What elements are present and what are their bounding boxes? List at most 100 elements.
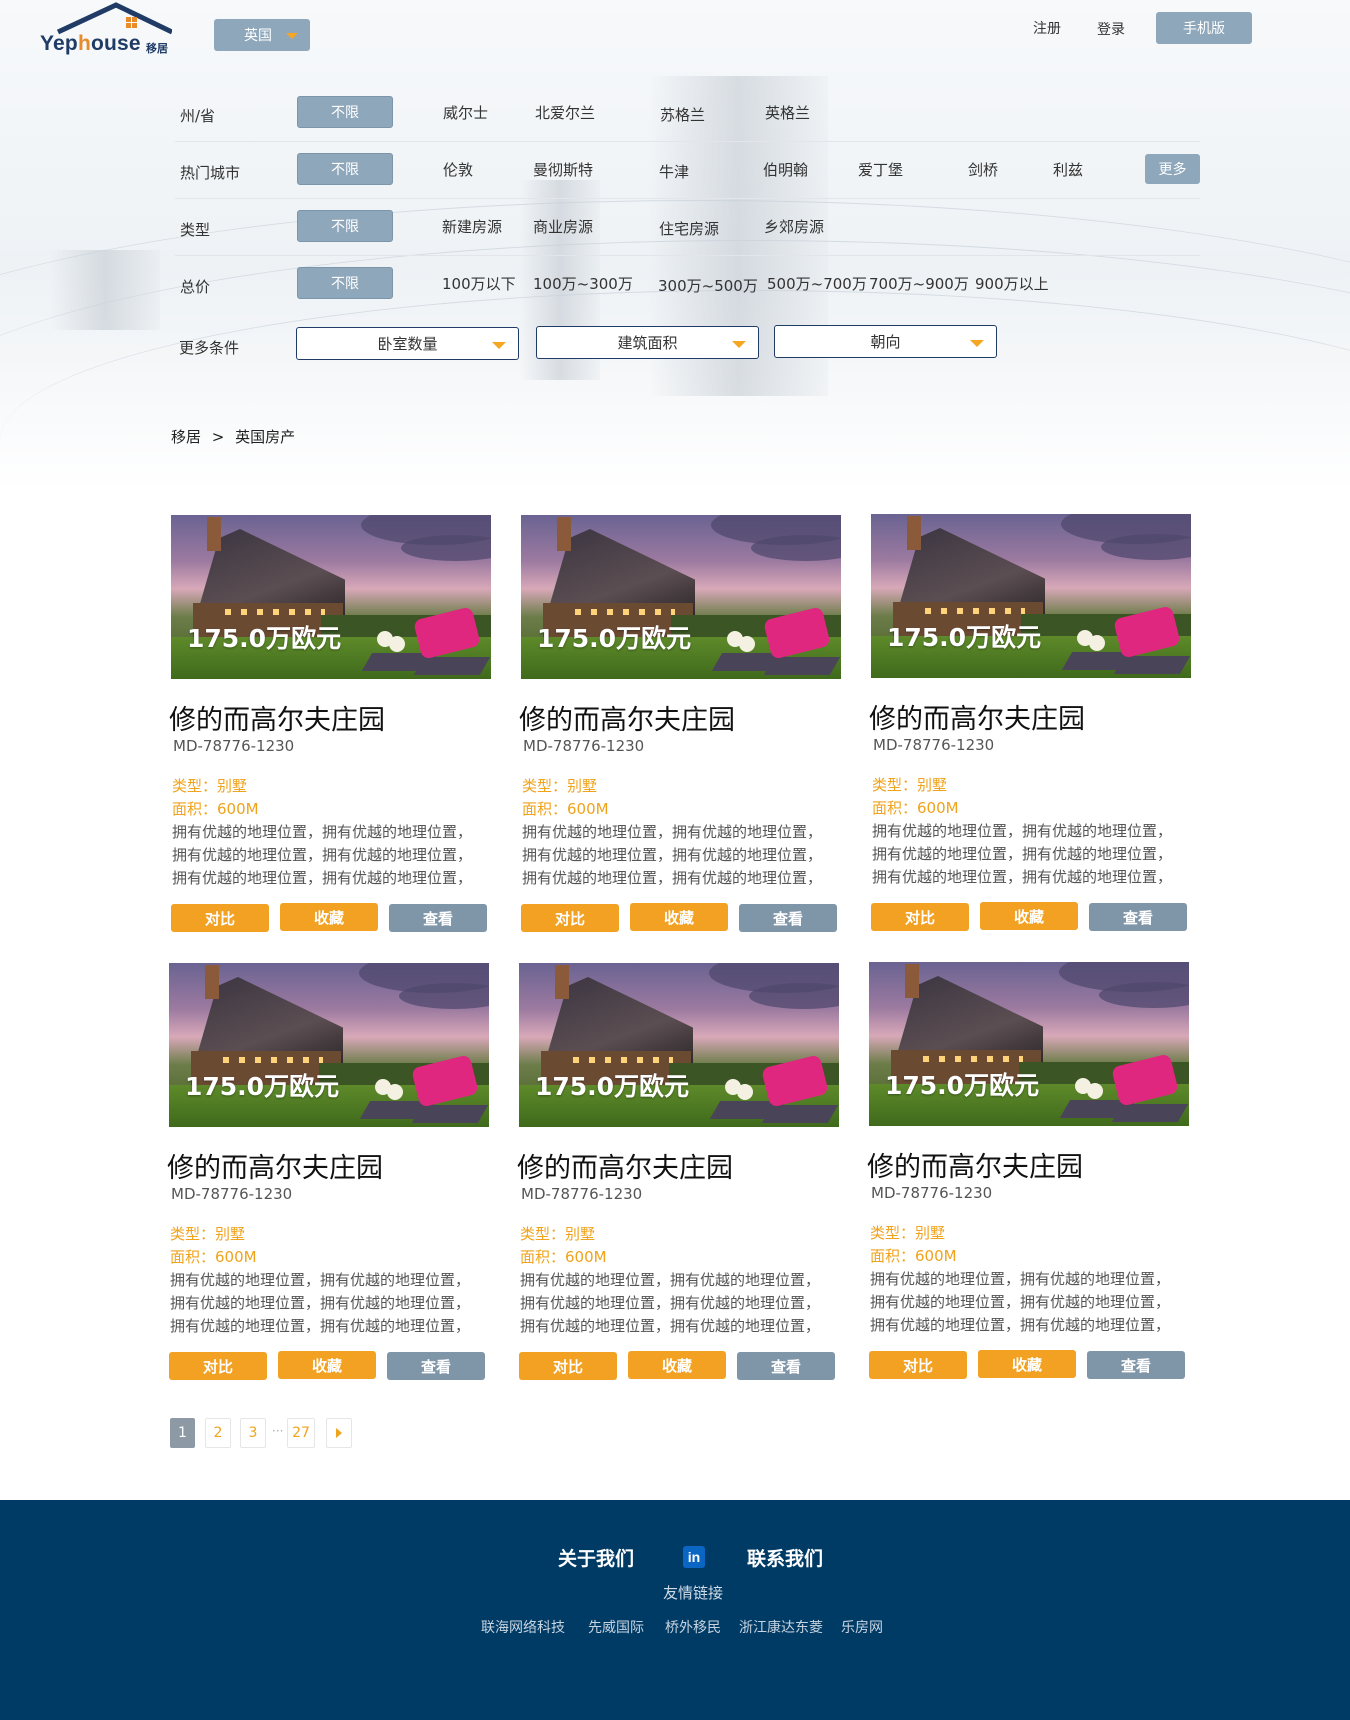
- favorite-button[interactable]: 收藏: [280, 903, 378, 931]
- listing-code: MD-78776-1230: [873, 736, 995, 754]
- listing-description: 拥有优越的地理位置，拥有优越的地理位置， 拥有优越的地理位置，拥有优越的地理位置…: [520, 1269, 840, 1338]
- filter-option[interactable]: 英格兰: [765, 102, 810, 123]
- listing-area: 面积：600M: [872, 799, 959, 817]
- filter-option[interactable]: 伦敦: [443, 159, 473, 180]
- filter-label: 热门城市: [180, 164, 241, 182]
- filter-option[interactable]: 住宅房源: [659, 218, 719, 239]
- logo-cn-text: 移居: [146, 42, 168, 55]
- listing-card[interactable]: 175.0万欧元 修的而高尔夫庄园 MD-78776-1230 类型：别墅 面积…: [869, 514, 1191, 934]
- compare-button[interactable]: 对比: [169, 1352, 267, 1380]
- listing-type: 类型：别墅: [522, 777, 598, 795]
- favorite-button[interactable]: 收藏: [978, 1350, 1076, 1378]
- register-link[interactable]: 注册: [1033, 18, 1061, 38]
- listing-card[interactable]: 175.0万欧元 修的而高尔夫庄园 MD-78776-1230 类型：别墅 面积…: [169, 515, 491, 935]
- listing-title[interactable]: 修的而高尔夫庄园: [517, 1146, 733, 1185]
- listing-photo[interactable]: 175.0万欧元: [871, 514, 1191, 678]
- filter-option[interactable]: 伯明翰: [763, 159, 808, 180]
- brand-logo[interactable]: Yephouse 移居: [40, 2, 172, 58]
- filter-option[interactable]: 曼彻斯特: [533, 159, 593, 180]
- filter-option[interactable]: 500万~700万: [767, 273, 867, 294]
- compare-button[interactable]: 对比: [519, 1352, 617, 1380]
- compare-button[interactable]: 对比: [869, 1351, 967, 1379]
- filter-option[interactable]: 爱丁堡: [858, 159, 903, 180]
- filter-option[interactable]: 北爱尔兰: [535, 102, 595, 123]
- view-button[interactable]: 查看: [737, 1352, 835, 1380]
- listing-title[interactable]: 修的而高尔夫庄园: [867, 1145, 1083, 1184]
- listing-photo[interactable]: 175.0万欧元: [171, 515, 491, 679]
- listing-price: 175.0万欧元: [885, 1071, 1040, 1100]
- listing-description: 拥有优越的地理位置，拥有优越的地理位置， 拥有优越的地理位置，拥有优越的地理位置…: [522, 821, 842, 890]
- filter-option[interactable]: 100万~300万: [533, 273, 633, 294]
- breadcrumb: 移居 > 英国房产: [171, 426, 301, 447]
- filter-option[interactable]: 商业房源: [533, 216, 593, 237]
- linkedin-icon[interactable]: in: [683, 1546, 705, 1568]
- listing-photo[interactable]: 175.0万欧元: [869, 962, 1189, 1126]
- listing-card[interactable]: 175.0万欧元 修的而高尔夫庄园 MD-78776-1230 类型：别墅 面积…: [519, 515, 842, 935]
- listing-photo[interactable]: 175.0万欧元: [521, 515, 841, 679]
- next-page-button[interactable]: [326, 1418, 352, 1448]
- breadcrumb-home[interactable]: 移居: [171, 428, 201, 446]
- filter-option[interactable]: 苏格兰: [660, 104, 705, 125]
- listing-card[interactable]: 175.0万欧元 修的而高尔夫庄园 MD-78776-1230 类型：别墅 面积…: [867, 962, 1189, 1382]
- filter-option[interactable]: 新建房源: [442, 216, 502, 237]
- filter-option[interactable]: 乡郊房源: [764, 216, 824, 237]
- filter-option[interactable]: 700万~900万: [869, 273, 969, 294]
- compare-button[interactable]: 对比: [171, 904, 269, 932]
- floor-area-select[interactable]: 建筑面积: [536, 326, 759, 359]
- filter-option[interactable]: 剑桥: [968, 159, 998, 180]
- filter-unlimited-button[interactable]: 不限: [297, 267, 393, 299]
- listing-code: MD-78776-1230: [173, 737, 295, 755]
- view-button[interactable]: 查看: [739, 904, 837, 932]
- listing-card[interactable]: 175.0万欧元 修的而高尔夫庄园 MD-78776-1230 类型：别墅 面积…: [517, 963, 840, 1383]
- page-last-button[interactable]: 27: [287, 1418, 315, 1448]
- filter-option[interactable]: 300万~500万: [658, 275, 758, 296]
- top-header: Yephouse 移居 英国 注册 登录 手机版: [0, 0, 1350, 70]
- partner-link[interactable]: 先威国际: [588, 1617, 644, 1637]
- view-button[interactable]: 查看: [389, 904, 487, 932]
- filter-unlimited-button[interactable]: 不限: [297, 153, 393, 185]
- listing-code: MD-78776-1230: [521, 1185, 643, 1203]
- orientation-select[interactable]: 朝向: [774, 325, 997, 358]
- favorite-button[interactable]: 收藏: [628, 1351, 726, 1379]
- about-us-link[interactable]: 关于我们: [558, 1544, 634, 1571]
- page-3-button[interactable]: 3: [240, 1418, 266, 1448]
- filter-option[interactable]: 威尔士: [443, 102, 488, 123]
- listing-card[interactable]: 175.0万欧元 修的而高尔夫庄园 MD-78776-1230 类型：别墅 面积…: [167, 963, 489, 1383]
- filter-option[interactable]: 利兹: [1053, 159, 1083, 180]
- listing-title[interactable]: 修的而高尔夫庄园: [167, 1146, 383, 1185]
- partner-link[interactable]: 桥外移民: [665, 1617, 721, 1637]
- favorite-button[interactable]: 收藏: [980, 902, 1078, 930]
- filter-unlimited-button[interactable]: 不限: [297, 210, 393, 242]
- country-select[interactable]: 英国: [214, 19, 310, 51]
- listing-photo[interactable]: 175.0万欧元: [519, 963, 839, 1127]
- listing-code: MD-78776-1230: [871, 1184, 993, 1202]
- partner-link[interactable]: 联海网络科技: [481, 1617, 565, 1637]
- compare-button[interactable]: 对比: [871, 903, 969, 931]
- login-link[interactable]: 登录: [1097, 19, 1125, 39]
- filter-option[interactable]: 100万以下: [442, 273, 516, 294]
- listing-price: 175.0万欧元: [185, 1072, 340, 1101]
- bedrooms-select[interactable]: 卧室数量: [296, 327, 519, 360]
- description-line: 拥有优越的地理位置，拥有优越的地理位置，: [522, 869, 823, 887]
- page-1-button[interactable]: 1: [170, 1418, 195, 1448]
- view-button[interactable]: 查看: [387, 1352, 485, 1380]
- listing-title[interactable]: 修的而高尔夫庄园: [869, 697, 1085, 736]
- view-button[interactable]: 查看: [1087, 1351, 1185, 1379]
- partner-link[interactable]: 乐房网: [841, 1617, 883, 1637]
- listing-title[interactable]: 修的而高尔夫庄园: [169, 698, 385, 737]
- caret-right-icon: [336, 1428, 342, 1438]
- filter-unlimited-button[interactable]: 不限: [297, 96, 393, 128]
- favorite-button[interactable]: 收藏: [630, 903, 728, 931]
- view-button[interactable]: 查看: [1089, 903, 1187, 931]
- listing-photo[interactable]: 175.0万欧元: [169, 963, 489, 1127]
- filter-option[interactable]: 牛津: [659, 161, 689, 182]
- partner-link[interactable]: 浙江康达东菱: [739, 1617, 823, 1637]
- listing-title[interactable]: 修的而高尔夫庄园: [519, 698, 735, 737]
- more-cities-button[interactable]: 更多: [1145, 154, 1200, 184]
- favorite-button[interactable]: 收藏: [278, 1351, 376, 1379]
- filter-option[interactable]: 900万以上: [975, 273, 1049, 294]
- page-2-button[interactable]: 2: [205, 1418, 231, 1448]
- compare-button[interactable]: 对比: [521, 904, 619, 932]
- mobile-version-button[interactable]: 手机版: [1156, 12, 1252, 44]
- contact-us-link[interactable]: 联系我们: [747, 1544, 823, 1571]
